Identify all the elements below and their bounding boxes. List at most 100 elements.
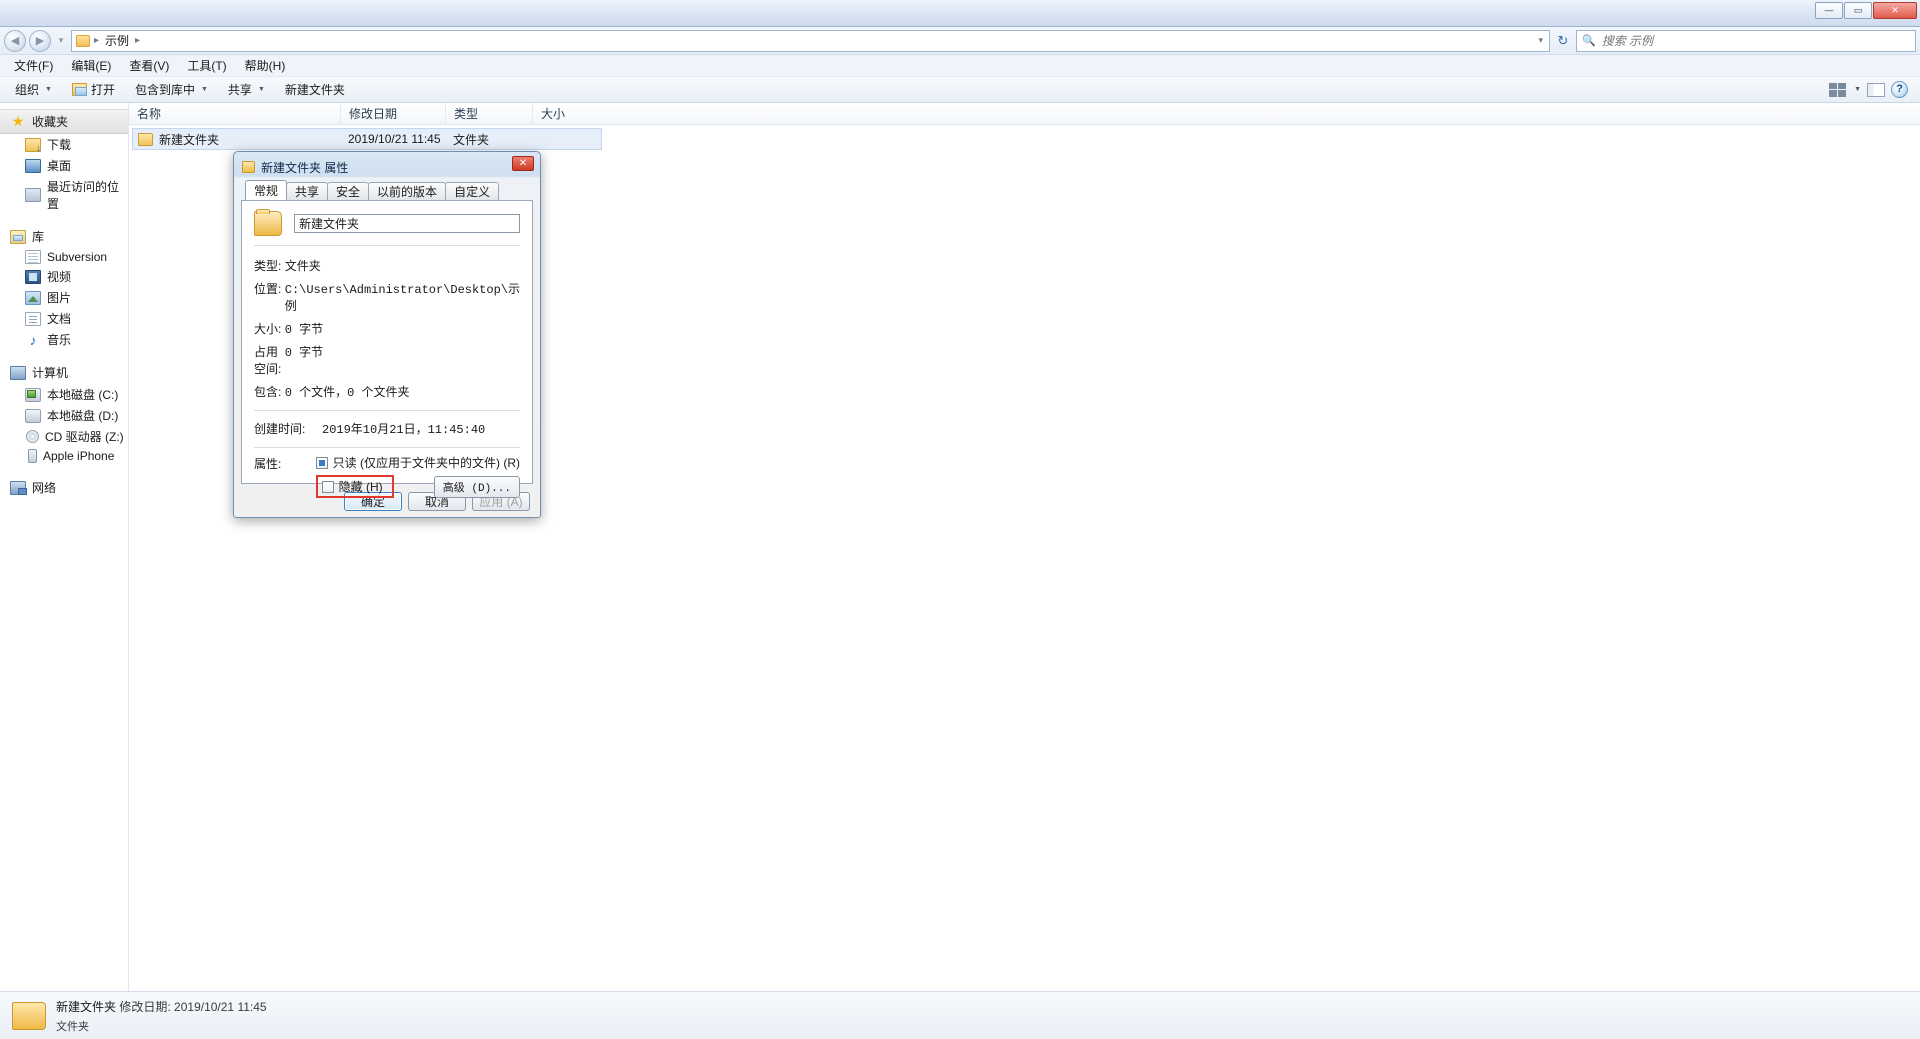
star-icon: ★	[11, 112, 25, 129]
tab-customize[interactable]: 自定义	[445, 182, 500, 200]
menu-tools[interactable]: 工具(T)	[179, 55, 234, 76]
sidebar-item-documents[interactable]: 文档	[0, 308, 128, 329]
attributes-section: 属性: 只读 (仅应用于文件夹中的文件) (R) 隐藏 (H) 高级 (D)..…	[254, 454, 520, 498]
sidebar-group-favorites[interactable]: ★ 收藏夹	[0, 109, 128, 134]
include-in-library-button[interactable]: 包含到库中 ▼	[126, 77, 217, 102]
phone-icon	[28, 449, 37, 463]
sidebar-item-music[interactable]: ♪ 音乐	[0, 329, 128, 350]
tab-general[interactable]: 常规	[245, 180, 288, 200]
sidebar-group-computer[interactable]: 计算机	[0, 361, 128, 384]
forward-button[interactable]: ▶	[29, 29, 51, 52]
property-row-size: 大小: 0 字节	[254, 317, 520, 340]
documents-icon	[25, 311, 41, 326]
recent-places-icon	[25, 188, 41, 202]
change-view-icon[interactable]	[1829, 82, 1847, 97]
sidebar-item-downloads[interactable]: 下载	[0, 134, 128, 155]
open-button[interactable]: 打开	[63, 77, 124, 102]
sidebar-item-recent-places[interactable]: 最近访问的位置	[0, 176, 128, 214]
history-dropdown-icon[interactable]: ▾	[54, 35, 68, 46]
sidebar-item-subversion[interactable]: Subversion	[0, 248, 128, 266]
close-button[interactable]: ✕	[1873, 2, 1917, 19]
file-type-cell: 文件夹	[453, 132, 490, 147]
dialog-tabs: 常规 共享 安全 以前的版本 自定义	[238, 180, 536, 200]
tab-sharing[interactable]: 共享	[286, 182, 329, 200]
tab-panel-general: 类型: 文件夹 位置: C:\Users\Administrator\Deskt…	[241, 200, 533, 498]
sidebar-item-label: 本地磁盘 (D:)	[47, 409, 119, 423]
close-icon[interactable]: ✕	[512, 156, 534, 171]
search-input[interactable]	[1599, 32, 1910, 49]
subversion-icon	[25, 250, 41, 264]
preview-pane-icon[interactable]	[1867, 82, 1885, 97]
videos-icon	[25, 269, 41, 284]
file-name-label: 新建文件夹	[159, 132, 220, 147]
column-header-type[interactable]: 类型	[446, 102, 533, 125]
property-label: 包含:	[254, 385, 282, 399]
refresh-button[interactable]: ↻	[1553, 33, 1573, 49]
menu-view[interactable]: 查看(V)	[121, 55, 177, 76]
chevron-down-icon[interactable]: ▾	[1538, 35, 1545, 46]
property-value: 0 个文件，0 个文件夹	[284, 386, 410, 400]
organize-button[interactable]: 组织 ▼	[6, 77, 61, 102]
property-label: 位置:	[254, 282, 282, 296]
file-name-cell: 新建文件夹	[133, 131, 343, 148]
toolbar-right-group: ▼ ?	[1829, 81, 1914, 98]
checkbox-icon[interactable]	[315, 456, 328, 469]
sidebar-group-libraries[interactable]: 库	[0, 225, 128, 248]
downloads-icon	[25, 137, 41, 154]
menu-help[interactable]: 帮助(H)	[237, 55, 294, 76]
attributes-controls: 只读 (仅应用于文件夹中的文件) (R) 隐藏 (H) 高级 (D)...	[315, 454, 520, 498]
sidebar-item-cd-drive-z[interactable]: CD 驱动器 (Z:)	[0, 426, 128, 447]
search-box[interactable]: 🔍	[1576, 29, 1916, 52]
property-label: 大小:	[254, 322, 282, 336]
organize-label: 组织	[15, 83, 40, 97]
command-toolbar: 组织 ▼ 打开 包含到库中 ▼ 共享 ▼ 新建文件夹 ▼ ?	[0, 77, 1920, 103]
column-header-name[interactable]: 名称	[129, 102, 341, 125]
share-label: 共享	[227, 83, 252, 97]
column-header-date[interactable]: 修改日期	[341, 102, 446, 125]
tab-previous-versions[interactable]: 以前的版本	[368, 182, 447, 200]
window-titlebar: — ▭ ✕	[0, 0, 1920, 27]
hidden-label: 隐藏 (H)	[338, 480, 383, 494]
sidebar-item-desktop[interactable]: 桌面	[0, 155, 128, 176]
share-button[interactable]: 共享 ▼	[219, 77, 274, 102]
sidebar-item-pictures[interactable]: 图片	[0, 287, 128, 308]
minimize-button[interactable]: —	[1815, 2, 1843, 19]
sidebar-item-apple-iphone[interactable]: Apple iPhone	[0, 447, 128, 465]
menu-file[interactable]: 文件(F)	[6, 55, 61, 76]
created-label: 创建时间:	[254, 422, 306, 436]
sidebar-item-local-disk-c[interactable]: 本地磁盘 (C:)	[0, 384, 128, 405]
advanced-button[interactable]: 高级 (D)...	[433, 475, 520, 498]
folder-name-input[interactable]	[294, 214, 520, 233]
checkbox-icon[interactable]	[321, 480, 334, 493]
pictures-icon	[25, 290, 41, 305]
table-row[interactable]: 新建文件夹 2019/10/21 11:45 文件夹	[132, 128, 602, 150]
property-row-contains: 包含: 0 个文件，0 个文件夹	[254, 380, 520, 403]
sidebar-item-label: 视频	[47, 270, 72, 284]
menu-edit[interactable]: 编辑(E)	[63, 55, 119, 76]
tab-security[interactable]: 安全	[327, 182, 370, 200]
column-header-size[interactable]: 大小	[533, 103, 653, 125]
readonly-checkbox-row[interactable]: 只读 (仅应用于文件夹中的文件) (R)	[315, 454, 520, 471]
new-folder-button[interactable]: 新建文件夹	[276, 77, 354, 102]
sidebar-item-local-disk-d[interactable]: 本地磁盘 (D:)	[0, 405, 128, 426]
chevron-down-icon[interactable]: ▼	[1854, 86, 1861, 93]
sidebar-group-network[interactable]: 网络	[0, 476, 128, 499]
sidebar-item-videos[interactable]: 视频	[0, 266, 128, 287]
created-value: 2019年10月21日，11:45:40	[322, 423, 486, 437]
breadcrumb-bar[interactable]: ▸ 示例 ▸ ▾	[71, 29, 1550, 52]
hidden-checkbox-highlight[interactable]: 隐藏 (H)	[315, 475, 394, 498]
property-value: 0 字节	[284, 346, 324, 360]
help-icon[interactable]: ?	[1891, 81, 1908, 98]
dialog-content: 新建文件夹 属性 ✕ 常规 共享 安全 以前的版本 自定义 类型: 文件	[238, 156, 536, 513]
sidebar-item-label: 音乐	[47, 333, 72, 347]
search-icon: 🔍	[1582, 35, 1596, 47]
maximize-button[interactable]: ▭	[1844, 2, 1872, 19]
breadcrumb-separator: ▸	[94, 35, 100, 46]
status-type: 文件夹	[56, 1020, 89, 1033]
back-button[interactable]: ◀	[4, 29, 26, 52]
breadcrumb-current[interactable]: 示例	[103, 32, 131, 49]
explorer-window: — ▭ ✕ ◀ ▶ ▾ ▸ 示例 ▸ ▾ ↻ 🔍 文件(F) 编辑(E) 查看(…	[0, 0, 1920, 1039]
